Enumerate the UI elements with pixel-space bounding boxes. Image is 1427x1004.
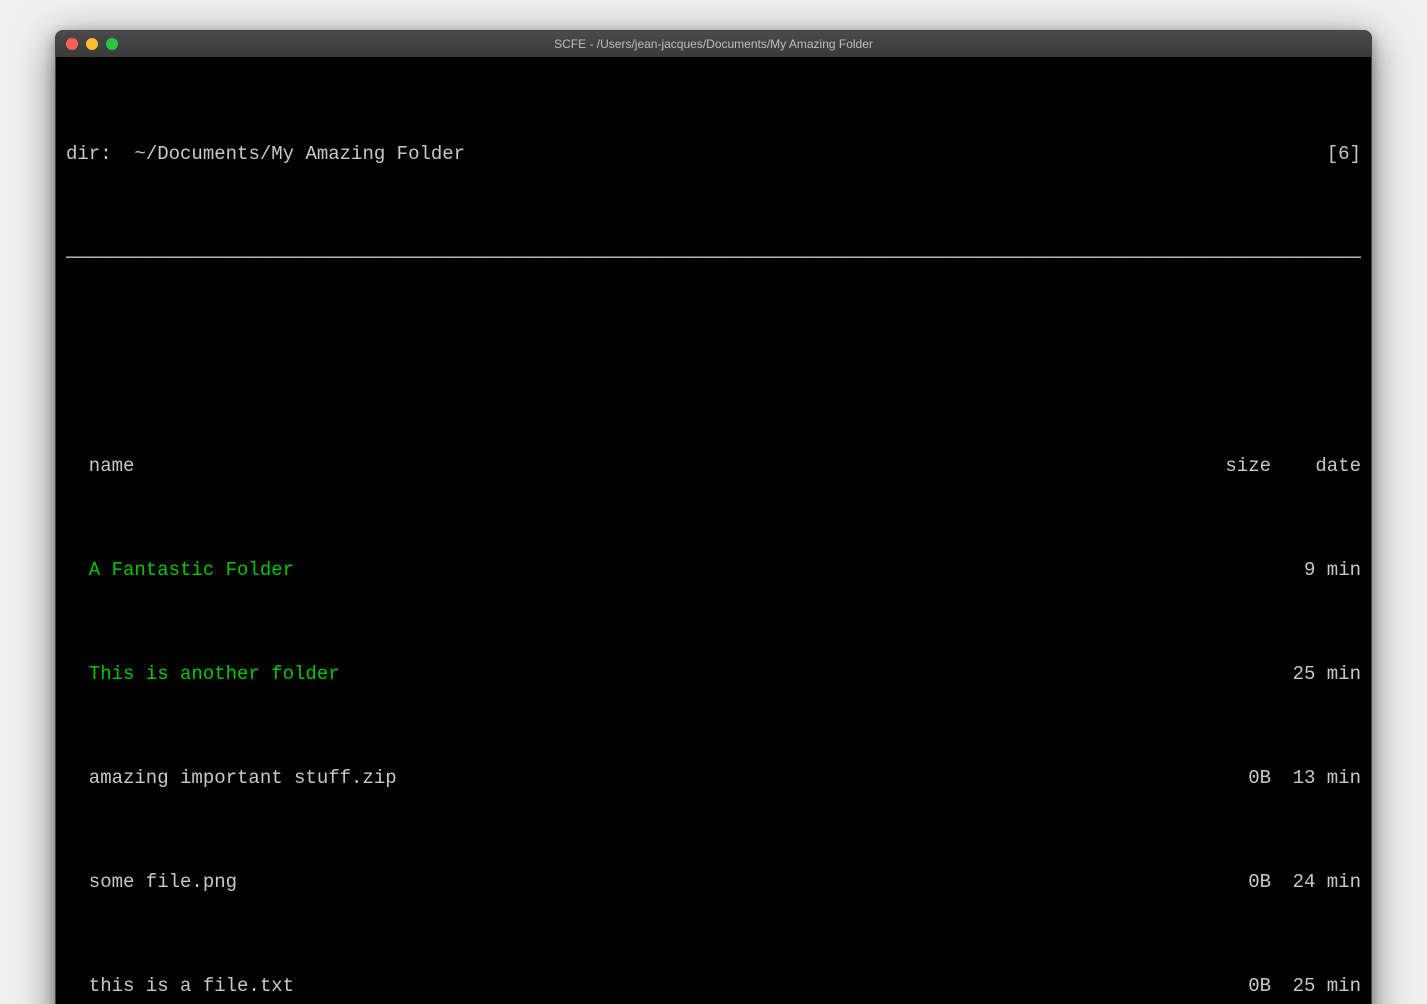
entry-size: 0B [1211, 765, 1271, 791]
terminal-window: SCFE - /Users/jean-jacques/Documents/My … [55, 30, 1372, 1004]
entry-date: 13 min [1271, 765, 1361, 791]
list-item[interactable]: This is another folder 25 min [66, 661, 1361, 687]
entry-size: 0B [1211, 973, 1271, 999]
entry-date: 25 min [1271, 973, 1361, 999]
list-item[interactable]: amazing important stuff.zip 0B 13 min [66, 765, 1361, 791]
entry-name: some file.png [89, 869, 237, 895]
list-item[interactable]: A Fantastic Folder 9 min [66, 557, 1361, 583]
list-item[interactable]: this is a file.txt 0B 25 min [66, 973, 1361, 999]
col-size: size [1211, 453, 1271, 479]
entry-date: 25 min [1271, 661, 1361, 687]
dir-label: dir: [66, 141, 112, 167]
entry-name: This is another folder [89, 661, 340, 687]
entry-name: this is a file.txt [89, 973, 294, 999]
titlebar[interactable]: SCFE - /Users/jean-jacques/Documents/My … [56, 31, 1371, 57]
window-controls [66, 38, 118, 50]
minimize-icon[interactable] [86, 38, 98, 50]
entry-date: 9 min [1271, 557, 1361, 583]
entry-size [1211, 557, 1271, 583]
col-date: date [1271, 453, 1361, 479]
maximize-icon[interactable] [106, 38, 118, 50]
entry-size: 0B [1211, 869, 1271, 895]
close-icon[interactable] [66, 38, 78, 50]
entry-size [1211, 661, 1271, 687]
dir-count: [6] [1271, 141, 1361, 167]
entry-name: amazing important stuff.zip [89, 765, 397, 791]
divider: ────────────────────────────────────────… [66, 245, 1361, 271]
entry-date: 24 min [1271, 869, 1361, 895]
entry-name: A Fantastic Folder [89, 557, 294, 583]
window-title: SCFE - /Users/jean-jacques/Documents/My … [56, 37, 1371, 51]
dir-header: dir: ~/Documents/My Amazing Folder [6] [66, 141, 1361, 167]
column-headers: name size date [66, 453, 1361, 479]
list-item[interactable]: some file.png 0B 24 min [66, 869, 1361, 895]
dir-path: ~/Documents/My Amazing Folder [134, 141, 465, 167]
col-name: name [89, 453, 135, 479]
blank-line [66, 349, 1361, 375]
terminal-content[interactable]: dir: ~/Documents/My Amazing Folder [6] ─… [56, 57, 1371, 1004]
